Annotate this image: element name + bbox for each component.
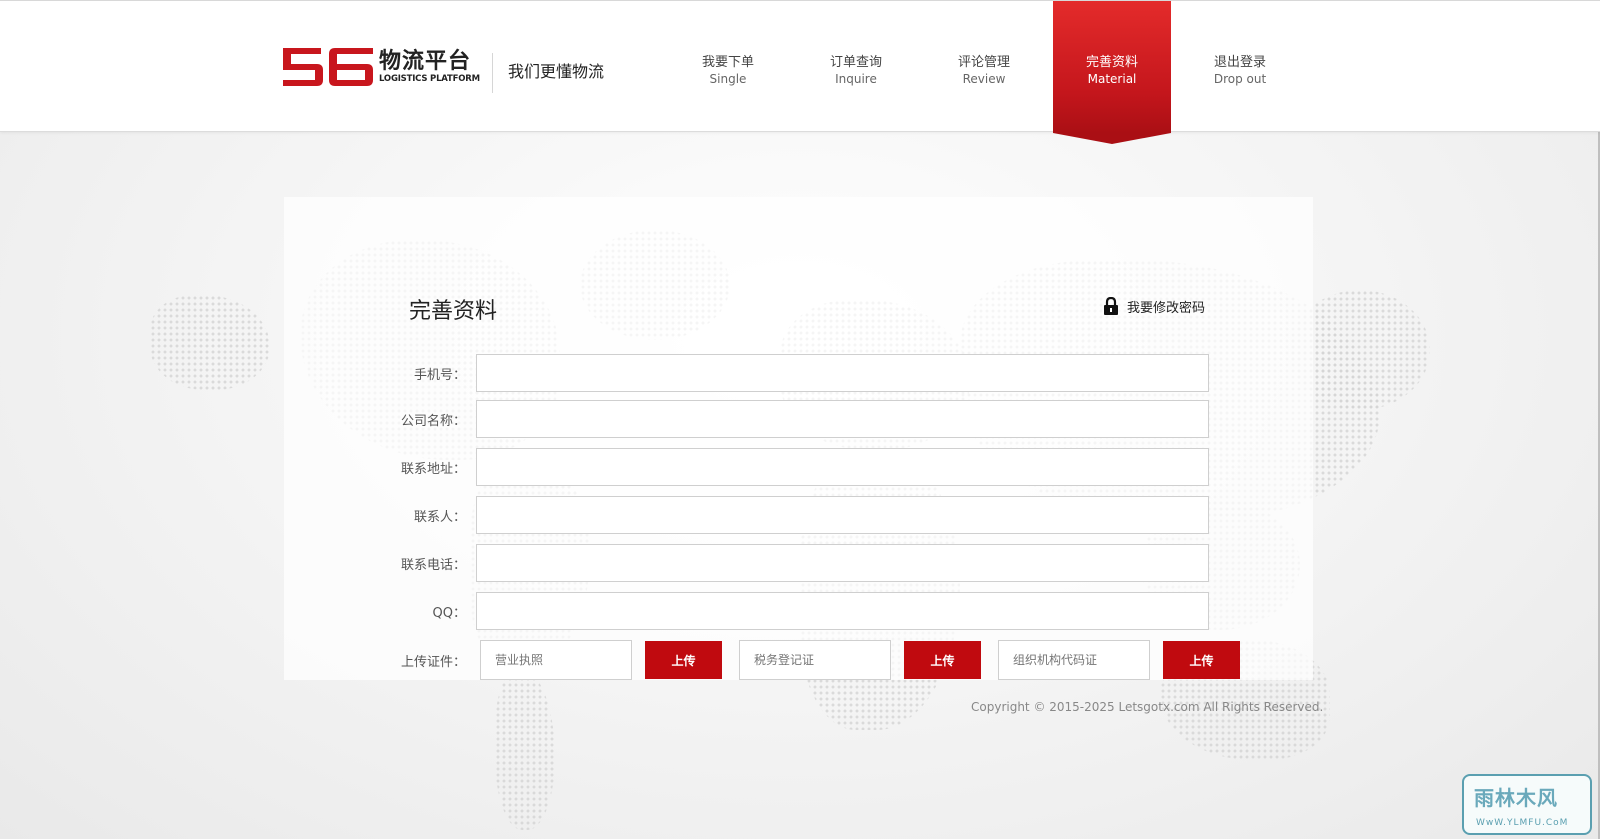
logo-56-mark: [283, 48, 373, 86]
nav-label-cn: 订单查询: [829, 54, 882, 70]
nav-label-en: Single: [709, 71, 747, 86]
nav-item-inquire[interactable]: 订单查询 Inquire: [792, 1, 920, 133]
change-password-link[interactable]: 我要修改密码: [1103, 297, 1205, 316]
upload-tax-registration-button[interactable]: 上传: [904, 641, 981, 679]
field-label: 联系人：: [413, 509, 466, 525]
top-header: 物流平台 LOGISTICS PLATFORM 我们更懂物流 我要下单 Sing…: [0, 0, 1600, 144]
field-label: QQ：: [432, 605, 466, 621]
nav-label-cn: 评论管理: [957, 54, 1010, 70]
qq-input[interactable]: [476, 592, 1209, 630]
form-row-company: 公司名称：: [380, 400, 1209, 438]
watermark-chinese: 雨林木风: [1474, 786, 1558, 810]
nav-label-cn: 完善资料: [1085, 54, 1138, 70]
field-label: 联系地址：: [400, 461, 466, 477]
contact-person-input[interactable]: [476, 496, 1209, 534]
logo-english-name: LOGISTICS PLATFORM: [379, 73, 480, 84]
upload-label: 上传证件：: [400, 654, 466, 670]
change-password-label: 我要修改密码: [1127, 301, 1206, 316]
nav-label-en: Material: [1087, 71, 1137, 86]
nav-label-cn: 我要下单: [701, 54, 754, 70]
field-label: 公司名称：: [400, 413, 466, 429]
lock-icon: [1104, 297, 1118, 315]
logo-divider: [492, 53, 493, 93]
contact-phone-input[interactable]: [476, 544, 1209, 582]
address-input[interactable]: [476, 448, 1209, 486]
logo-text: 物流平台 LOGISTICS PLATFORM: [379, 48, 480, 85]
upload-row: 上传证件： 上传 上传 上传: [380, 640, 1240, 680]
company-name-input[interactable]: [476, 400, 1209, 438]
field-label: 手机号：: [413, 367, 466, 383]
tax-registration-field[interactable]: [739, 640, 891, 680]
nav-label-en: Inquire: [835, 71, 877, 86]
nav-label-en: Review: [962, 71, 1006, 86]
nav-item-material[interactable]: 完善资料 Material: [1053, 1, 1171, 144]
main-nav: 我要下单 Single 订单查询 Inquire 评论管理 Review 完善资…: [664, 1, 1304, 144]
watermark-logo: 雨林木风 WwW.YLMFU.CoM: [1462, 774, 1592, 835]
copyright: Copyright © 2015-2025 Letsgotx.com All R…: [971, 700, 1324, 714]
field-label: 联系电话：: [400, 557, 466, 573]
nav-label-cn: 退出登录: [1213, 54, 1266, 70]
form-row-address: 联系地址：: [380, 448, 1209, 486]
slogan: 我们更懂物流: [508, 62, 605, 81]
logo[interactable]: 物流平台 LOGISTICS PLATFORM: [279, 45, 480, 89]
logo-chinese-name: 物流平台: [379, 48, 472, 74]
nav-item-drop-out[interactable]: 退出登录 Drop out: [1176, 1, 1304, 133]
business-license-field[interactable]: [480, 640, 632, 680]
upload-business-license-button[interactable]: 上传: [645, 641, 722, 679]
watermark-url: WwW.YLMFU.CoM: [1476, 818, 1569, 828]
form-row-phone: 手机号：: [380, 354, 1209, 392]
form-row-tel: 联系电话：: [380, 544, 1209, 582]
page-title: 完善资料: [409, 299, 498, 324]
form-row-contact: 联系人：: [380, 496, 1209, 534]
phone-input[interactable]: [476, 354, 1209, 392]
upload-organization-code-button[interactable]: 上传: [1163, 641, 1240, 679]
nav-item-single[interactable]: 我要下单 Single: [664, 1, 792, 133]
nav-label-en: Drop out: [1213, 71, 1267, 86]
form-row-qq: QQ：: [380, 592, 1209, 630]
organization-code-field[interactable]: [998, 640, 1150, 680]
nav-item-review[interactable]: 评论管理 Review: [920, 1, 1048, 133]
